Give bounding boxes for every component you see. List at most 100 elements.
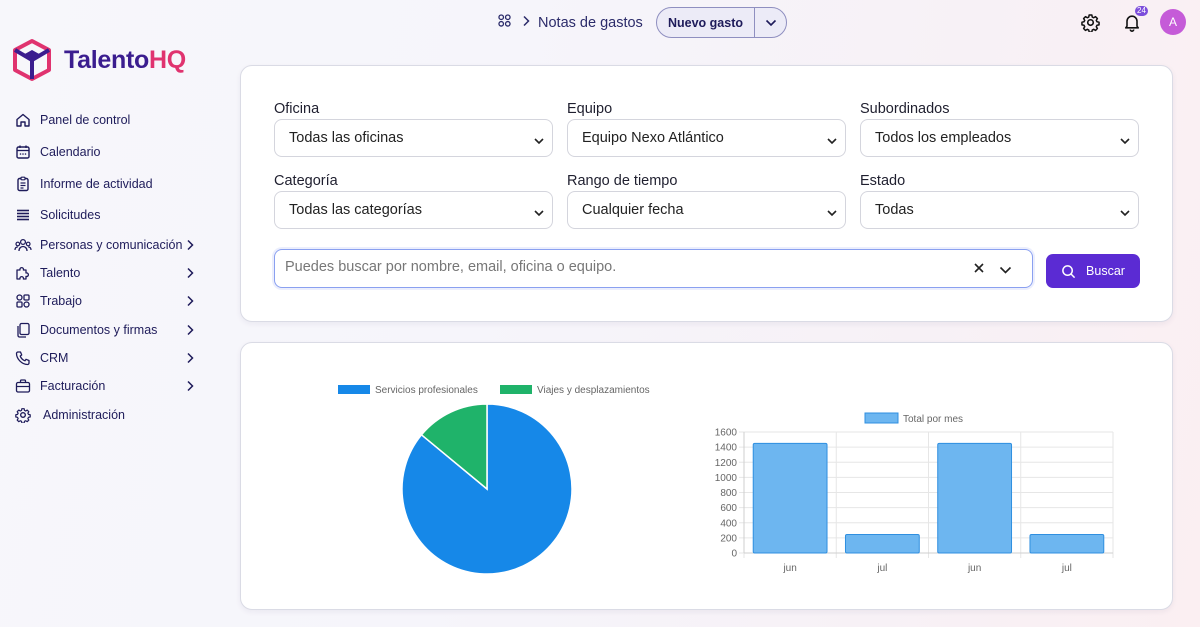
time-range-select[interactable]: Cualquier fecha xyxy=(567,191,846,229)
subordinates-select-value: Todos los empleados xyxy=(875,130,1012,146)
chevron-down-icon xyxy=(827,205,837,221)
search-field xyxy=(274,249,1033,288)
sidebar-item-label: Facturación xyxy=(40,379,106,393)
office-select-value: Todas las oficinas xyxy=(289,130,404,146)
bar xyxy=(752,442,828,554)
gear-icon xyxy=(14,406,32,424)
office-label: Oficina xyxy=(274,101,320,117)
filters-card: Oficina Todas las oficinas Equipo Equipo… xyxy=(240,65,1173,322)
notification-badge: 24 xyxy=(1135,6,1148,16)
briefcase-icon xyxy=(14,377,32,395)
sidebar-item-documents[interactable]: Documentos y firmas xyxy=(14,319,204,341)
phone-icon xyxy=(14,349,32,367)
legend-label: Servicios profesionales xyxy=(375,385,478,396)
chevron-right-icon xyxy=(186,379,194,397)
charts-card: Servicios profesionales Viajes y desplaza… xyxy=(240,342,1173,610)
chevron-right-icon xyxy=(186,351,194,369)
apps-grid-icon[interactable] xyxy=(497,13,512,33)
legend-swatch xyxy=(338,385,370,394)
search-icon xyxy=(1062,264,1076,278)
chevron-down-icon xyxy=(534,205,544,221)
search-button[interactable]: Buscar xyxy=(1046,254,1140,288)
home-icon xyxy=(14,111,32,129)
chevron-right-icon xyxy=(522,14,530,32)
chevron-down-icon xyxy=(1120,133,1130,149)
sidebar-item-calendar[interactable]: Calendario xyxy=(14,141,204,163)
sidebar-item-label: Panel de control xyxy=(40,113,131,127)
settings-gear-icon[interactable] xyxy=(1079,11,1101,33)
breadcrumb: Notas de gastos xyxy=(497,13,643,33)
legend-label: Total por mes xyxy=(903,414,963,425)
sidebar-item-requests[interactable]: Solicitudes xyxy=(14,204,204,226)
sidebar-item-panel[interactable]: Panel de control xyxy=(14,109,204,131)
documents-icon xyxy=(14,321,32,339)
x-tick-label: jun xyxy=(782,563,796,574)
chevron-down-icon xyxy=(1120,205,1130,221)
sidebar-item-talent[interactable]: Talento xyxy=(14,262,204,284)
sidebar-item-crm[interactable]: CRM xyxy=(14,347,204,369)
logo-text: TalentoHQ xyxy=(64,45,186,74)
y-tick-label: 0 xyxy=(731,549,737,560)
y-tick-label: 200 xyxy=(720,533,737,544)
sidebar-item-label: CRM xyxy=(40,351,69,365)
subordinates-select[interactable]: Todos los empleados xyxy=(860,119,1139,157)
chevron-down-icon[interactable] xyxy=(999,262,1012,280)
sidebar-item-label: Personas y comunicación xyxy=(40,238,183,252)
sidebar-item-administration[interactable]: Administración xyxy=(14,404,204,426)
sidebar-item-label: Administración xyxy=(43,408,125,422)
chevron-right-icon xyxy=(186,238,194,256)
sidebar-item-label: Informe de actividad xyxy=(40,177,153,191)
category-select[interactable]: Todas las categorías xyxy=(274,191,553,229)
bar xyxy=(1029,533,1105,554)
sidebar-item-work[interactable]: Trabajo xyxy=(14,290,204,312)
sidebar-item-people[interactable]: Personas y comunicación xyxy=(14,234,204,256)
people-icon xyxy=(14,236,32,254)
y-tick-label: 1200 xyxy=(715,458,738,469)
sidebar-item-label: Trabajo xyxy=(40,294,82,308)
grid-icon xyxy=(14,292,32,310)
y-tick-label: 1600 xyxy=(715,428,738,439)
category-label: Categoría xyxy=(274,173,338,189)
y-tick-label: 800 xyxy=(720,488,737,499)
time-range-select-value: Cualquier fecha xyxy=(582,202,684,218)
avatar[interactable]: A xyxy=(1160,9,1186,35)
chevron-right-icon xyxy=(186,266,194,284)
status-label: Estado xyxy=(860,173,906,189)
chevron-down-icon xyxy=(534,133,544,149)
x-tick-label: jun xyxy=(967,563,981,574)
sidebar-item-activity-report[interactable]: Informe de actividad xyxy=(14,173,204,195)
new-expense-dropdown-button[interactable] xyxy=(755,8,786,37)
report-icon xyxy=(14,175,32,193)
y-tick-label: 600 xyxy=(720,503,737,514)
legend-swatch xyxy=(864,412,899,424)
time-range-label: Rango de tiempo xyxy=(567,173,678,189)
legend-swatch xyxy=(500,385,532,394)
team-select-value: Equipo Nexo Atlántico xyxy=(582,130,724,146)
chevron-down-icon xyxy=(765,19,776,26)
new-expense-button[interactable]: Nuevo gasto xyxy=(657,8,755,37)
team-select[interactable]: Equipo Nexo Atlántico xyxy=(567,119,846,157)
clear-icon[interactable] xyxy=(973,261,985,279)
search-button-label: Buscar xyxy=(1086,264,1125,278)
pie-chart: Servicios profesionales Viajes y desplaza… xyxy=(338,385,650,575)
sidebar-item-label: Documentos y firmas xyxy=(40,323,158,337)
search-input[interactable] xyxy=(285,259,965,275)
chevron-down-icon xyxy=(827,133,837,149)
list-icon xyxy=(14,206,32,224)
x-tick-label: jul xyxy=(876,563,887,574)
calendar-icon xyxy=(14,143,32,161)
status-select[interactable]: Todas xyxy=(860,191,1139,229)
legend-label: Viajes y desplazamientos xyxy=(537,385,650,396)
sidebar-item-billing[interactable]: Facturación xyxy=(14,375,204,397)
y-tick-label: 400 xyxy=(720,518,737,529)
y-tick-label: 1400 xyxy=(715,443,738,454)
page-title: Notas de gastos xyxy=(538,15,643,31)
sidebar-item-label: Talento xyxy=(40,266,81,280)
office-select[interactable]: Todas las oficinas xyxy=(274,119,553,157)
bar xyxy=(844,533,920,554)
category-select-value: Todas las categorías xyxy=(289,202,422,218)
app-logo[interactable]: TalentoHQ xyxy=(12,38,186,82)
subordinates-label: Subordinados xyxy=(860,101,950,117)
x-tick-label: jul xyxy=(1061,563,1072,574)
puzzle-icon xyxy=(14,264,32,282)
